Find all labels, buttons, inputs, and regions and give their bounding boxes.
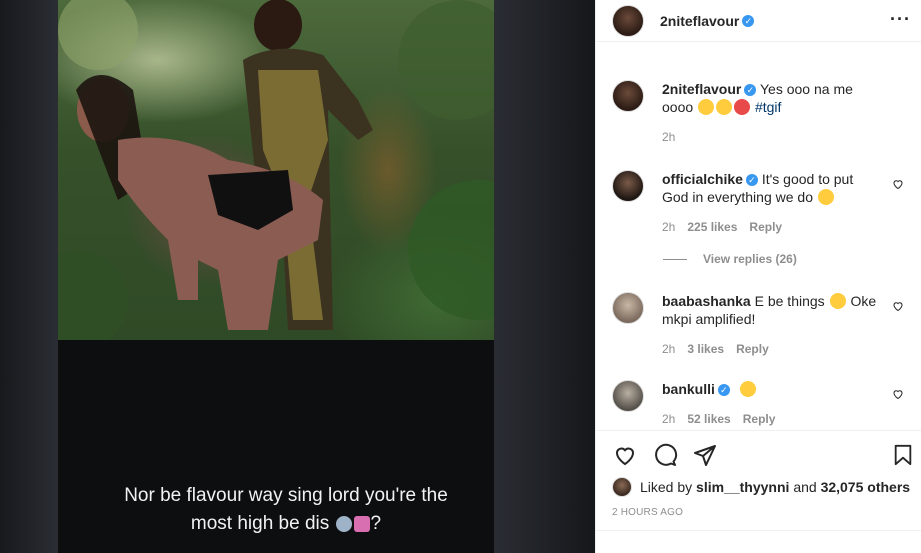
comment-meta: 2h 52 likes Reply	[662, 410, 880, 428]
laughing-emoji-icon	[698, 99, 715, 115]
caption-meta: 2h	[662, 128, 880, 146]
likes-summary: Liked by slim__thyynni and 32,075 others	[612, 477, 910, 497]
comment-bubble-icon[interactable]	[652, 443, 678, 467]
media-right-edge	[493, 0, 595, 553]
comment-likes[interactable]: 225 likes	[687, 218, 737, 236]
more-options-icon[interactable]: ···	[890, 10, 911, 28]
likes-and: and	[793, 479, 817, 495]
verified-badge-icon: ✓	[744, 84, 757, 97]
comment-meta: 2h 3 likes Reply	[662, 340, 880, 358]
verified-badge-icon: ✓	[745, 174, 758, 187]
comment-likes[interactable]: 3 likes	[687, 340, 724, 358]
add-comment-area[interactable]	[596, 530, 921, 553]
share-paper-plane-icon[interactable]	[692, 443, 718, 467]
like-comment-heart-icon[interactable]	[892, 388, 904, 400]
laughing-emoji-icon	[817, 189, 834, 205]
caption-hashtag[interactable]: #tgif	[755, 99, 781, 115]
overlay-line-2: most high be dis ?	[58, 510, 514, 538]
verified-badge-icon: ✓	[717, 384, 730, 397]
likes-prefix: Liked by	[640, 479, 693, 495]
comment-item: bankulli ✓ 2h 52 likes Reply	[612, 380, 912, 428]
reply-button[interactable]: Reply	[736, 340, 769, 358]
author-avatar[interactable]	[612, 4, 644, 37]
likes-others-count[interactable]: 32,075 others	[821, 479, 911, 495]
view-replies-button[interactable]: View replies (26)	[663, 252, 797, 266]
liker-username[interactable]: slim__thyynni	[696, 479, 789, 495]
overlay-line-2-text: most high be dis	[190, 513, 330, 534]
comment-time: 2h	[662, 412, 676, 426]
verified-badge-icon: ✓	[742, 14, 755, 27]
worried-emoji-icon	[829, 293, 846, 309]
comment-time: 2h	[662, 342, 676, 356]
comment-body: officialchike ✓ It's good to put God in e…	[662, 170, 880, 236]
comment-body: baabashanka E be things Oke mkpi amplifi…	[662, 292, 880, 358]
comment-likes[interactable]: 52 likes	[687, 410, 730, 428]
replies-divider	[663, 258, 687, 260]
comment-item: officialchike ✓ It's good to put God in e…	[612, 170, 912, 236]
comment-text: E be things	[754, 293, 825, 309]
commenter-avatar[interactable]	[612, 380, 644, 412]
comment-meta: 2h 225 likes Reply	[662, 218, 880, 236]
post-side-panel: 2niteflavour ✓ ··· 2niteflavour ✓ Yes ooo…	[595, 0, 921, 553]
caption-item: 2niteflavour ✓ Yes ooo na me oooo #tgif 2…	[612, 80, 912, 146]
reply-button[interactable]: Reply	[749, 218, 782, 236]
shrug-emoji-icon	[353, 516, 370, 532]
view-replies-label[interactable]: View replies (26)	[703, 252, 797, 266]
photo-scene	[58, 0, 494, 340]
overlay-line-2-tail: ?	[370, 513, 382, 534]
comment-body: bankulli ✓ 2h 52 likes Reply	[662, 380, 880, 428]
comment-username[interactable]: officialchike	[662, 171, 743, 187]
laughing-emoji-icon	[716, 99, 733, 115]
caption-avatar[interactable]	[612, 80, 644, 112]
comment-username[interactable]: bankulli	[662, 381, 715, 397]
caption-body: 2niteflavour ✓ Yes ooo na me oooo #tgif 2…	[662, 80, 880, 146]
media-overlay-caption: Nor be flavour way sing lord you're the …	[58, 482, 514, 538]
caption-time: 2h	[662, 130, 676, 144]
commenter-avatar[interactable]	[612, 292, 644, 324]
post-photo	[58, 0, 494, 340]
post-action-bar	[596, 430, 921, 480]
comments-list: 2niteflavour ✓ Yes ooo na me oooo #tgif 2…	[596, 58, 921, 430]
overlay-line-1: Nor be flavour way sing lord you're the	[124, 485, 448, 506]
like-comment-heart-icon[interactable]	[892, 300, 904, 312]
liker-avatar[interactable]	[612, 477, 632, 497]
like-comment-heart-icon[interactable]	[892, 178, 904, 190]
cold-face-emoji-icon	[335, 516, 352, 532]
post-timestamp: 2 HOURS AGO	[612, 507, 684, 518]
comment-username[interactable]: baabashanka	[662, 293, 751, 309]
media-left-edge	[0, 0, 58, 553]
caption-username[interactable]: 2niteflavour	[662, 81, 741, 97]
save-bookmark-icon[interactable]	[892, 443, 914, 467]
laughing-emoji-icon	[739, 381, 756, 397]
like-heart-icon[interactable]	[612, 443, 638, 467]
commenter-avatar[interactable]	[612, 170, 644, 202]
tongue-emoji-icon	[734, 99, 751, 115]
author-username[interactable]: 2niteflavour	[660, 13, 739, 29]
comment-item: baabashanka E be things Oke mkpi amplifi…	[612, 292, 912, 358]
reply-button[interactable]: Reply	[743, 410, 776, 428]
post-header: 2niteflavour ✓ ···	[596, 0, 921, 42]
post-media[interactable]: Nor be flavour way sing lord you're the …	[0, 0, 595, 553]
comment-time: 2h	[662, 220, 676, 234]
